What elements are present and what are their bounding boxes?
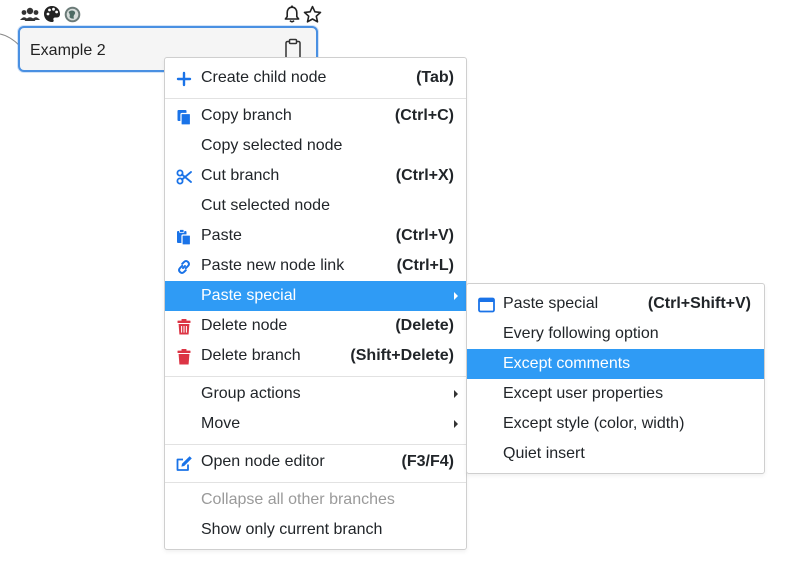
menu-item-label: Show only current branch	[201, 521, 383, 538]
menu-item-paste-new-node-link[interactable]: Paste new node link (Ctrl+L)	[165, 251, 466, 281]
menu-item-label: Paste special	[503, 295, 599, 312]
context-menu: Create child node (Tab) Copy branch (Ctr…	[164, 57, 467, 550]
paste-special-submenu: Paste special (Ctrl+Shift+V) Every follo…	[466, 283, 765, 474]
globe-icon[interactable]	[64, 6, 81, 23]
link-icon	[175, 258, 193, 276]
menu-item-shortcut: (Ctrl+X)	[395, 167, 454, 184]
menu-item-shortcut: (F3/F4)	[401, 453, 454, 470]
menu-item-shortcut: (Shift+Delete)	[350, 347, 454, 364]
menu-item-label: Collapse all other branches	[201, 491, 395, 508]
menu-item-open-node-editor[interactable]: Open node editor (F3/F4)	[165, 447, 466, 477]
trash-icon	[175, 348, 193, 366]
menu-item-cut-branch[interactable]: Cut branch (Ctrl+X)	[165, 161, 466, 191]
menu-item-group-actions[interactable]: Group actions	[165, 379, 466, 409]
menu-item-label: Create child node	[201, 69, 327, 86]
menu-item-label: Group actions	[201, 385, 301, 402]
submenu-item-except-style[interactable]: Except style (color, width)	[467, 409, 764, 439]
menu-item-delete-branch[interactable]: Delete branch (Shift+Delete)	[165, 341, 466, 371]
menu-item-label: Paste special	[201, 287, 297, 304]
menu-item-shortcut: (Ctrl+C)	[394, 107, 454, 124]
menu-item-create-child-node[interactable]: Create child node (Tab)	[165, 63, 466, 93]
menu-item-copy-branch[interactable]: Copy branch (Ctrl+C)	[165, 101, 466, 131]
trash-icon	[175, 318, 193, 336]
paste-icon	[175, 228, 193, 246]
menu-item-label: Paste new node link	[201, 257, 345, 274]
node-title[interactable]: Example 2	[30, 42, 106, 60]
star-icon[interactable]	[303, 5, 322, 24]
menu-item-label: Except style (color, width)	[503, 415, 685, 432]
menu-separator	[165, 98, 466, 99]
node-toolbar-right	[283, 4, 322, 24]
menu-item-shortcut: (Ctrl+L)	[396, 257, 454, 274]
submenu-arrow-icon	[454, 420, 458, 428]
menu-separator	[165, 376, 466, 377]
submenu-arrow-icon	[454, 292, 458, 300]
copy-icon	[175, 108, 193, 126]
menu-item-shortcut: (Ctrl+Shift+V)	[647, 295, 751, 312]
submenu-item-except-comments[interactable]: Except comments	[467, 349, 764, 379]
scissors-icon	[175, 168, 193, 186]
menu-item-label: Move	[201, 415, 241, 432]
menu-item-paste-special[interactable]: Paste special	[165, 281, 466, 311]
menu-separator	[165, 444, 466, 445]
menu-item-label: Copy selected node	[201, 137, 343, 154]
menu-item-shortcut: (Tab)	[416, 69, 454, 86]
menu-item-label: Paste	[201, 227, 242, 244]
window-icon	[477, 296, 495, 314]
menu-item-label: Every following option	[503, 325, 659, 342]
submenu-item-quiet-insert[interactable]: Quiet insert	[467, 439, 764, 469]
menu-item-paste[interactable]: Paste (Ctrl+V)	[165, 221, 466, 251]
menu-item-label: Cut selected node	[201, 197, 330, 214]
menu-item-copy-selected-node[interactable]: Copy selected node	[165, 131, 466, 161]
submenu-arrow-icon	[454, 390, 458, 398]
menu-item-label: Delete node	[201, 317, 288, 334]
menu-separator	[165, 482, 466, 483]
menu-item-cut-selected-node[interactable]: Cut selected node	[165, 191, 466, 221]
menu-item-label: Copy branch	[201, 107, 292, 124]
menu-item-label: Except user properties	[503, 385, 664, 402]
bell-icon[interactable]	[283, 4, 301, 24]
node-toolbar-left	[20, 5, 81, 23]
menu-item-show-only-current-branch[interactable]: Show only current branch	[165, 515, 466, 545]
mindmap-canvas: Example 2 Create child node (Tab) Copy b…	[0, 0, 787, 573]
submenu-item-except-user-properties[interactable]: Except user properties	[467, 379, 764, 409]
menu-item-label: Except comments	[503, 355, 631, 372]
menu-item-collapse-all-other-branches: Collapse all other branches	[165, 485, 466, 515]
submenu-item-every-following-option[interactable]: Every following option	[467, 319, 764, 349]
users-icon[interactable]	[20, 6, 40, 22]
menu-item-shortcut: (Delete)	[395, 317, 454, 334]
menu-item-label: Quiet insert	[503, 445, 585, 462]
menu-item-label: Cut branch	[201, 167, 280, 184]
menu-item-move[interactable]: Move	[165, 409, 466, 439]
menu-item-delete-node[interactable]: Delete node (Delete)	[165, 311, 466, 341]
submenu-item-paste-special[interactable]: Paste special (Ctrl+Shift+V)	[467, 289, 764, 319]
edit-icon	[175, 454, 193, 472]
menu-item-label: Open node editor	[201, 453, 325, 470]
plus-icon	[175, 70, 193, 88]
menu-item-label: Delete branch	[201, 347, 301, 364]
menu-item-shortcut: (Ctrl+V)	[395, 227, 454, 244]
palette-icon[interactable]	[43, 5, 61, 23]
